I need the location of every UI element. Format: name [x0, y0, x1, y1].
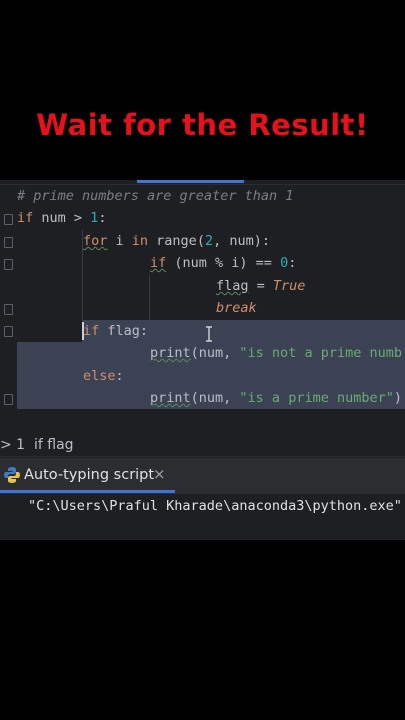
active-tab-indicator	[0, 490, 175, 493]
breadcrumb-item[interactable]: if flag	[34, 437, 74, 453]
code-line-2: for i in range(2, num):	[83, 233, 271, 249]
selection-highlight	[17, 387, 150, 409]
console-output-line: "C:\Users\Praful Kharade\anaconda3\pytho…	[28, 498, 402, 514]
fold-marker-icon[interactable]	[4, 326, 13, 337]
code-line-9: print(num, "is a prime number")	[150, 390, 402, 406]
ide-window: # prime numbers are greater than 1 if nu…	[0, 180, 405, 540]
close-icon[interactable]: ×	[153, 465, 166, 483]
code-line-comment: # prime numbers are greater than 1	[17, 188, 294, 204]
indent-guide	[149, 275, 150, 320]
run-tab-auto-typing-script[interactable]: Auto-typing script	[24, 467, 154, 483]
fold-marker-icon[interactable]	[4, 214, 13, 225]
fold-marker-icon[interactable]	[4, 259, 13, 270]
code-line-4: flag = True	[216, 278, 306, 294]
code-line-5: break	[216, 300, 257, 316]
breadcrumb-divider	[0, 456, 405, 457]
code-line-7: print(num, "is not a prime numb	[150, 345, 402, 361]
breadcrumb-prefix: > 1	[0, 437, 26, 453]
code-line-8: else:	[83, 368, 124, 384]
breadcrumb[interactable]: > 1 if flag	[0, 434, 74, 456]
python-icon	[4, 467, 20, 483]
fold-marker-icon[interactable]	[4, 394, 13, 405]
text-caret	[82, 322, 84, 340]
code-line-3: if (num % i) == 0:	[150, 255, 297, 271]
video-caption: Wait for the Result!	[36, 108, 369, 142]
code-line-6: if flag:	[83, 323, 149, 339]
fold-marker-icon[interactable]	[4, 304, 13, 315]
code-editor[interactable]: # prime numbers are greater than 1 if nu…	[0, 180, 405, 410]
i-beam-cursor-icon	[206, 326, 212, 342]
editor-scroll-indicator	[137, 180, 244, 183]
code-line-1: if num > 1:	[17, 210, 107, 226]
fold-marker-icon[interactable]	[4, 237, 13, 248]
